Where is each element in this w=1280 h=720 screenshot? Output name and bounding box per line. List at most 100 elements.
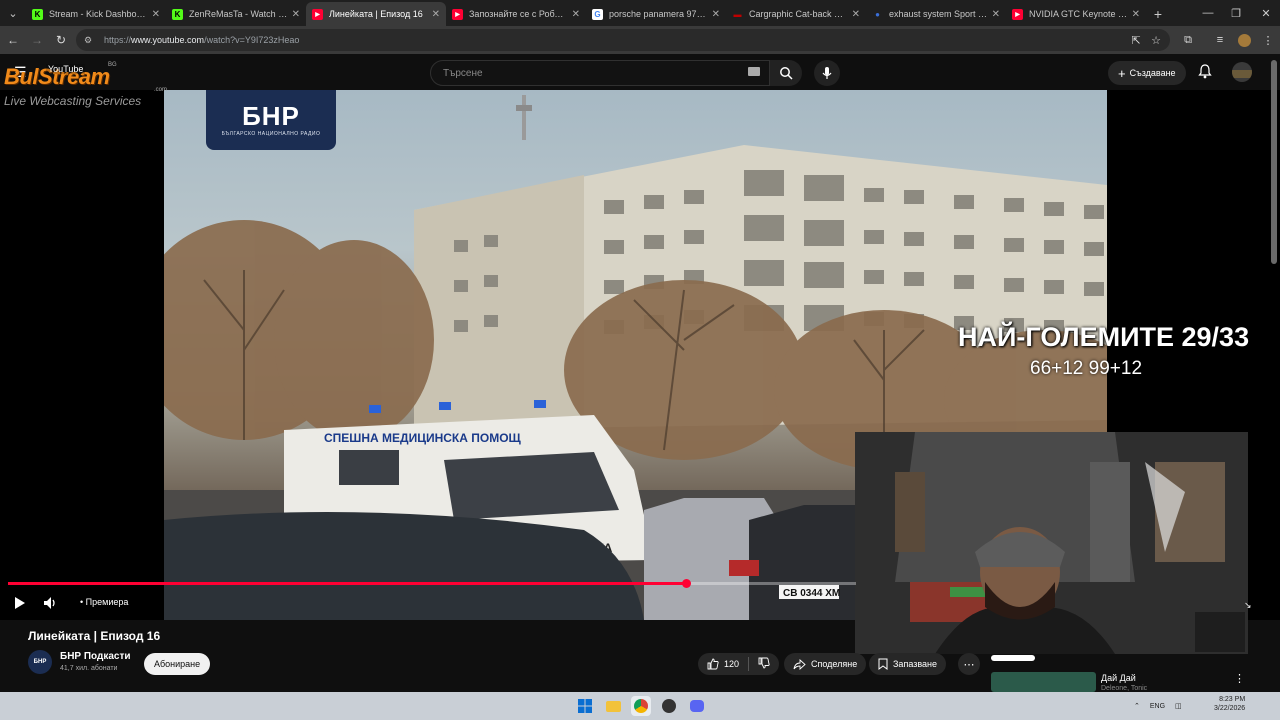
browser-tab[interactable]: ▬ Cargraphic Cat-back Sport E ✕ (726, 2, 866, 26)
close-tab-icon[interactable]: ✕ (432, 9, 440, 20)
webcam-overlay (855, 432, 1248, 654)
subscribe-button[interactable]: Абониране (144, 653, 211, 675)
browser-tab[interactable]: Gporsche panamera 970 unde ✕ (586, 2, 726, 26)
share-button[interactable]: Споделяне (784, 653, 867, 675)
clock-time: 8:23 PM (1219, 696, 1246, 703)
site-icon: ● (875, 9, 880, 19)
close-tab-icon[interactable]: ✕ (852, 9, 860, 20)
channel-avatar[interactable]: БНР (28, 650, 52, 674)
kick-icon: K (32, 8, 43, 20)
premiere-label: • Премиера (80, 597, 129, 607)
close-tab-icon[interactable]: ✕ (152, 9, 160, 20)
bnr-logo-subtext: БЪЛГАРСКО НАЦИОНАЛНО РАДИО (221, 131, 321, 137)
chrome-icon[interactable] (631, 696, 651, 716)
new-tab-button[interactable]: + (1146, 2, 1170, 26)
close-tab-icon[interactable]: ✕ (572, 9, 580, 20)
minimize-icon[interactable]: — (1194, 0, 1222, 26)
browser-tab[interactable]: ▶ Запознайте се с Робърт – п ✕ (446, 2, 586, 26)
notifications-button[interactable] (1198, 64, 1212, 84)
site-info-icon[interactable]: ⚙ (84, 35, 96, 46)
extensions-icon[interactable]: ⧉ (1178, 30, 1198, 50)
tab-search-icon[interactable]: ⌄ (0, 0, 26, 26)
volume-button[interactable] (44, 596, 58, 614)
cargraphic-icon: ▬ (733, 9, 742, 19)
more-actions-button[interactable]: ⋯ (958, 653, 980, 675)
channel-name[interactable]: БНР Подкасти (60, 651, 131, 662)
youtube-logo[interactable]: YouTube (46, 64, 86, 74)
fullscreen-icon[interactable]: ↘ (1244, 600, 1252, 611)
voice-search-button[interactable] (814, 60, 840, 86)
volume-icon (44, 597, 55, 609)
maximize-icon[interactable]: ❐ (1222, 0, 1250, 26)
account-avatar[interactable] (1232, 62, 1252, 82)
progress-bar[interactable] (8, 579, 856, 588)
thumbs-down-icon (758, 657, 770, 669)
close-window-icon[interactable]: ✕ (1252, 0, 1280, 26)
browser-tab-title: ZenReMasTa - Watch the VC (189, 9, 288, 19)
play-icon (15, 597, 25, 609)
forward-icon[interactable]: → (26, 29, 48, 51)
browser-tab-title: Cargraphic Cat-back Sport E (749, 9, 848, 19)
file-explorer-icon[interactable] (603, 696, 623, 716)
search-icon (780, 67, 793, 80)
page-scrollbar[interactable] (1271, 60, 1277, 264)
back-icon[interactable]: ← (2, 29, 24, 51)
url-host: www.youtube.com (131, 35, 205, 45)
recommendation-thumbnail[interactable] (991, 672, 1096, 692)
media-control-icon[interactable]: ≡ (1210, 30, 1230, 50)
share-icon (793, 658, 806, 670)
taskbar-clock[interactable]: 8:23 PM 3/22/2026 (1214, 695, 1245, 713)
stream-counter-overlay: НАЙ-ГОЛЕМИТЕ 29/33 (958, 322, 1250, 352)
youtube-header: ☰ Търсене + Създаване (0, 54, 1280, 90)
browser-menu-icon[interactable]: ⋮ (1258, 30, 1278, 50)
play-button[interactable] (14, 596, 26, 614)
browser-tab[interactable]: K ZenReMasTa - Watch the VC ✕ (166, 2, 306, 26)
system-tray: ⌃ ENG ◫ (1134, 694, 1182, 718)
recommendation-chip[interactable] (991, 655, 1035, 661)
reload-icon[interactable]: ↻ (50, 29, 72, 51)
browser-tab[interactable]: ● exhaust system Sport versio ✕ (866, 2, 1006, 26)
windows-start-icon[interactable] (575, 696, 595, 716)
dislike-button[interactable] (758, 657, 770, 671)
kick-icon: K (172, 8, 183, 20)
obs-icon[interactable] (659, 696, 679, 716)
install-app-icon[interactable]: ⇱ (1126, 30, 1146, 50)
youtube-icon: ▶ (1012, 8, 1023, 20)
like-button[interactable]: 120 (707, 658, 739, 670)
youtube-icon: ▶ (312, 8, 323, 20)
bulstream-tagline: Live Webcasting Services (4, 94, 142, 108)
profile-icon[interactable] (1234, 30, 1254, 50)
youtube-icon: ▶ (452, 8, 463, 20)
browser-tab[interactable]: K Stream - Kick Dashboard ✕ (26, 2, 166, 26)
close-tab-icon[interactable]: ✕ (1132, 9, 1140, 20)
close-tab-icon[interactable]: ✕ (992, 9, 1000, 20)
bulstream-watermark: BulStream YouTube BG .com Live Webcastin… (4, 60, 176, 112)
search-input[interactable]: Търсене (430, 60, 770, 86)
google-icon: G (592, 8, 603, 20)
webcam-scene (855, 432, 1248, 654)
network-icon[interactable]: ◫ (1175, 702, 1182, 710)
close-tab-icon[interactable]: ✕ (712, 9, 720, 20)
video-title: Линейката | Епизод 16 (28, 629, 161, 643)
discord-icon[interactable] (687, 696, 707, 716)
close-tab-icon[interactable]: ✕ (292, 9, 300, 20)
browser-tab-strip: ⌄ K Stream - Kick Dashboard ✕ K ZenReMasTa -… (0, 0, 1280, 26)
like-count: 120 (724, 659, 740, 669)
keyboard-icon[interactable] (748, 67, 760, 76)
recommendation-menu-icon[interactable]: ⋮ (1234, 672, 1245, 685)
browser-tab[interactable]: ▶ NVIDIA GTC Keynote 2026 - ✕ (1006, 2, 1146, 26)
like-dislike-group: 120 (698, 653, 780, 675)
bookmark-star-icon[interactable]: ☆ (1146, 30, 1166, 50)
browser-tab-title: Запознайте се с Робърт – п (469, 9, 568, 19)
browser-tab-title: NVIDIA GTC Keynote 2026 - (1029, 9, 1128, 19)
language-indicator[interactable]: ENG (1150, 703, 1165, 710)
thumbs-up-icon (707, 658, 719, 670)
tray-chevron-icon[interactable]: ⌃ (1134, 702, 1140, 710)
save-button[interactable]: Запазване (869, 653, 947, 675)
browser-tab[interactable]: ▶ Линейката | Епизод 16 ✕ (306, 2, 446, 26)
search-button[interactable] (770, 60, 802, 86)
clock-date: 3/22/2026 (1214, 705, 1246, 712)
address-bar[interactable]: ⚙ https://www.youtube.com/watch?v=Y9I723… (76, 29, 1170, 51)
recommendation-title[interactable]: Дай Дай (1101, 673, 1136, 683)
create-button[interactable]: + Създаване (1108, 61, 1186, 85)
